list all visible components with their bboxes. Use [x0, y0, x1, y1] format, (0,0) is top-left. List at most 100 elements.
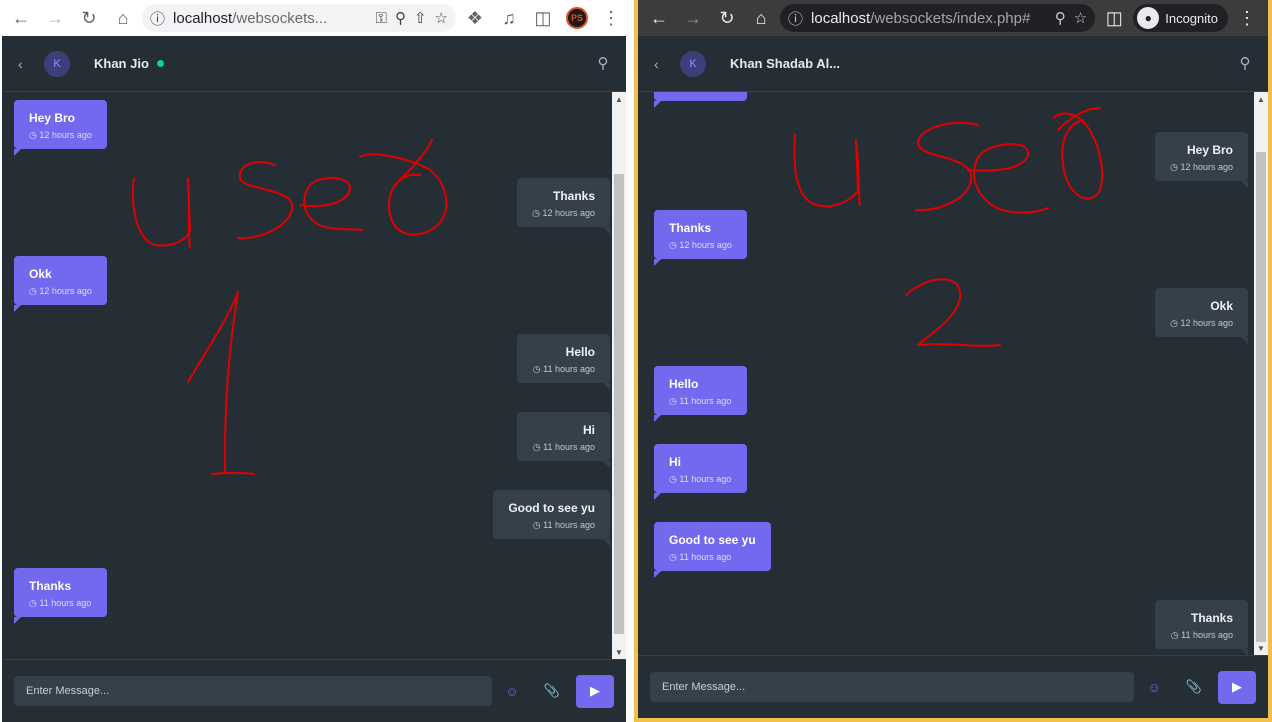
scroll-up-arrow-icon[interactable]: ▲: [612, 92, 626, 106]
message-bubble-out[interactable]: Hello ◷ 11 hours ago: [517, 334, 610, 390]
message-input[interactable]: [14, 676, 492, 706]
media-queue-icon[interactable]: ♫: [494, 3, 524, 33]
message-text: Hello: [669, 377, 699, 391]
message-text: Okk: [29, 267, 52, 281]
contact-name[interactable]: Khan Shadab Al...: [730, 56, 840, 71]
bookmark-star-icon[interactable]: ☆: [1074, 9, 1087, 27]
chevron-left-icon[interactable]: ‹: [654, 56, 670, 72]
message-bubble-in[interactable]: ◷ 12 hours ago: [654, 92, 747, 108]
message-bubble-in[interactable]: Hey Bro ◷ 12 hours ago: [14, 100, 107, 156]
message-time-text: 12 hours ago: [542, 208, 595, 218]
message-bubble-out[interactable]: Good to see yu ◷ 11 hours ago: [493, 490, 610, 546]
message-time: ◷ 11 hours ago: [29, 598, 92, 609]
scroll-down-arrow-icon[interactable]: ▼: [1254, 641, 1268, 655]
message-bubble-in[interactable]: Thanks ◷ 12 hours ago: [654, 210, 747, 266]
scrollbar-thumb[interactable]: [1256, 152, 1266, 642]
url-text: localhost/websockets...: [173, 9, 328, 27]
scroll-down-arrow-icon[interactable]: ▼: [612, 645, 626, 659]
address-bar[interactable]: ⓘ localhost/websockets... ⚿ ⚲ ⇧ ☆: [142, 4, 456, 32]
message-text: Okk: [1210, 299, 1233, 313]
menu-kebab-icon[interactable]: ⋮: [1232, 3, 1262, 33]
chevron-left-icon[interactable]: ‹: [18, 56, 34, 72]
side-panel-icon[interactable]: ◫: [1099, 3, 1129, 33]
message-bubble-in[interactable]: Thanks ◷ 11 hours ago: [14, 568, 107, 624]
reload-icon[interactable]: ↻: [74, 3, 104, 33]
chat-app: ‹ K Khan Shadab Al... ⚲ ◷ 12 hours agoHe…: [638, 36, 1268, 718]
address-bar[interactable]: ⓘ localhost/websockets/index.php# ⚲ ☆: [780, 4, 1096, 32]
contact-name[interactable]: Khan Jio: [94, 56, 149, 71]
scrollbar-thumb[interactable]: [614, 174, 624, 634]
chat-app: ‹ K Khan Jio ⚲ Hey Bro ◷ 12 hours ago Than…: [2, 36, 626, 722]
attachment-clip-icon[interactable]: 📎: [532, 683, 572, 699]
extensions-puzzle-icon[interactable]: ❖: [460, 3, 490, 33]
zoom-icon[interactable]: ⚲: [1055, 9, 1066, 27]
message-bubble-out[interactable]: Hey Bro ◷ 12 hours ago: [1155, 132, 1248, 188]
emoji-smile-icon[interactable]: ☺: [1134, 680, 1174, 695]
info-icon[interactable]: ⓘ: [788, 8, 803, 29]
message-bubble-out[interactable]: Hi ◷ 11 hours ago: [517, 412, 610, 468]
scrollbar[interactable]: ▲ ▼: [612, 92, 626, 659]
back-arrow-icon[interactable]: ←: [6, 3, 36, 33]
avatar[interactable]: K: [680, 50, 706, 77]
url-text: localhost/websockets/index.php#: [811, 9, 1031, 27]
message-text: Thanks: [669, 221, 712, 235]
message-text: Hey Bro: [1186, 143, 1233, 157]
clock-icon: ◷: [1170, 162, 1181, 172]
avatar[interactable]: K: [44, 50, 70, 77]
message-bubble-in[interactable]: Good to see yu ◷ 11 hours ago: [654, 522, 771, 578]
home-icon[interactable]: ⌂: [746, 3, 776, 33]
send-button[interactable]: ▶: [576, 674, 614, 708]
scrollbar[interactable]: ▲ ▼: [1254, 92, 1268, 655]
message-text: Good to see yu: [669, 533, 756, 547]
home-icon[interactable]: ⌂: [108, 3, 138, 33]
profile-avatar[interactable]: PS: [562, 3, 592, 33]
search-icon[interactable]: ⚲: [1236, 54, 1254, 72]
send-button[interactable]: ▶: [1218, 670, 1256, 704]
message-time: ◷ 12 hours ago: [1170, 162, 1233, 173]
incognito-badge[interactable]: ● Incognito: [1133, 4, 1228, 32]
message-time-text: 11 hours ago: [1181, 630, 1233, 640]
message-bubble-out[interactable]: Okk ◷ 12 hours ago: [1155, 288, 1248, 344]
conversation: ◷ 12 hours agoHey Bro◷ 12 hours agoThank…: [638, 92, 1268, 655]
clock-icon: ◷: [29, 598, 40, 608]
zoom-icon[interactable]: ⚲: [395, 9, 406, 27]
message-time-text: 11 hours ago: [679, 474, 732, 484]
message-time: ◷ 11 hours ago: [1170, 630, 1233, 641]
menu-kebab-icon[interactable]: ⋮: [596, 3, 626, 33]
message-bubble-in[interactable]: Okk ◷ 12 hours ago: [14, 256, 107, 312]
search-icon[interactable]: ⚲: [594, 54, 612, 72]
message-time-text: 11 hours ago: [543, 442, 595, 452]
message-bubble-in[interactable]: Hello ◷ 11 hours ago: [654, 366, 747, 422]
clock-icon: ◷: [1170, 630, 1182, 640]
message-time: ◷ 11 hours ago: [669, 396, 732, 407]
send-play-icon: ▶: [1232, 679, 1242, 694]
clock-icon: ◷: [669, 240, 680, 250]
attachment-clip-icon[interactable]: 📎: [1174, 679, 1214, 695]
browser-toolbar: ← → ↻ ⌂ ⓘ localhost/websockets... ⚿ ⚲ ⇧ …: [0, 0, 632, 36]
info-icon[interactable]: ⓘ: [150, 8, 165, 29]
message-time: ◷ 12 hours ago: [669, 240, 732, 251]
forward-arrow-icon[interactable]: →: [40, 3, 70, 33]
scroll-up-arrow-icon[interactable]: ▲: [1254, 92, 1268, 106]
message-input-bar: ☺ 📎 ▶: [638, 655, 1268, 718]
back-arrow-icon[interactable]: ←: [644, 3, 674, 33]
side-panel-icon[interactable]: ◫: [528, 3, 558, 33]
forward-arrow-icon[interactable]: →: [678, 3, 708, 33]
chat-header: ‹ K Khan Shadab Al... ⚲: [638, 36, 1268, 92]
reload-icon[interactable]: ↻: [712, 3, 742, 33]
clock-icon: ◷: [669, 552, 680, 562]
message-text: Hi: [583, 423, 595, 437]
message-bubble-out[interactable]: Thanks ◷ 11 hours ago: [1155, 600, 1248, 655]
emoji-smile-icon[interactable]: ☺: [492, 684, 532, 699]
message-input-bar: ☺ 📎 ▶: [2, 659, 626, 722]
browser-window-1: ← → ↻ ⌂ ⓘ localhost/websockets... ⚿ ⚲ ⇧ …: [0, 0, 632, 722]
key-icon[interactable]: ⚿: [376, 10, 387, 27]
bookmark-star-icon[interactable]: ☆: [435, 9, 448, 27]
online-status-dot: [156, 60, 164, 67]
share-icon[interactable]: ⇧: [414, 9, 427, 27]
message-time-text: 11 hours ago: [679, 552, 732, 562]
message-bubble-out[interactable]: Thanks ◷ 12 hours ago: [517, 178, 610, 234]
message-input[interactable]: [650, 672, 1134, 702]
clock-icon: ◷: [29, 130, 40, 140]
message-bubble-in[interactable]: Hi ◷ 11 hours ago: [654, 444, 747, 500]
